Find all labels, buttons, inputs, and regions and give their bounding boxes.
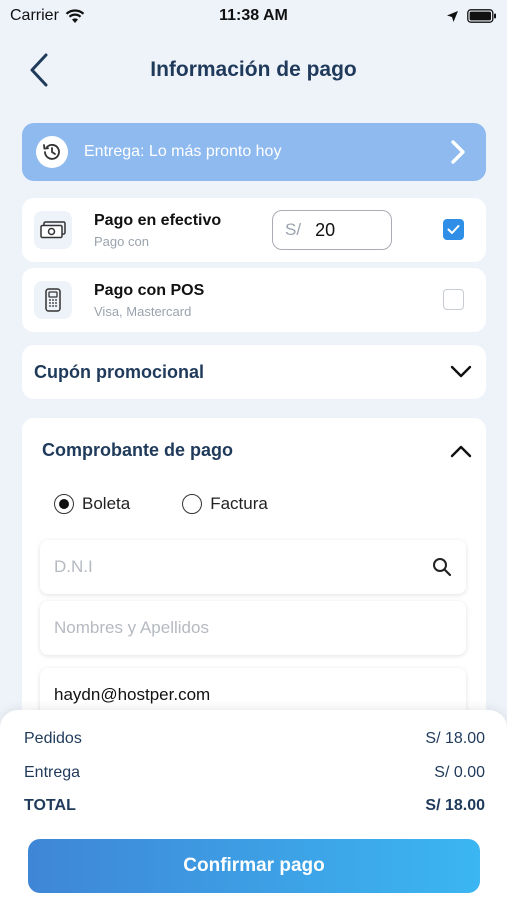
payment-option-pos[interactable]: Pago con POS Visa, Mastercard [22, 268, 486, 332]
summary-total-row: TOTAL S/ 18.00 [24, 797, 485, 815]
location-arrow-icon [447, 10, 458, 22]
delivery-text: Entrega: Lo más pronto hoy [84, 143, 282, 160]
cash-checkbox[interactable] [443, 219, 464, 240]
receipt-header[interactable]: Comprobante de pago [42, 440, 472, 461]
radio-label: Factura [210, 494, 268, 513]
status-bar: Carrier 11:38 AM [0, 0, 507, 32]
receipt-title: Comprobante de pago [42, 440, 234, 460]
battery-icon [467, 9, 496, 23]
total-value: S/ 18.00 [425, 797, 485, 814]
carrier-label: Carrier [10, 7, 59, 24]
chevron-right-icon [444, 138, 472, 166]
total-label: TOTAL [24, 797, 76, 814]
pos-checkbox[interactable] [443, 289, 464, 310]
receipt-type-options: Boleta Factura [54, 494, 268, 514]
delivery-label: Entrega [24, 764, 81, 781]
radio-boleta[interactable]: Boleta [54, 494, 130, 514]
search-icon[interactable] [432, 557, 452, 577]
currency-prefix: S/ [285, 220, 302, 239]
radio-label: Boleta [82, 494, 131, 513]
payment-option-subtitle: Pago con [94, 233, 149, 249]
history-clock-icon [36, 136, 68, 168]
header: Información de pago [0, 40, 507, 100]
payment-option-title: Pago en efectivo [94, 211, 222, 229]
radio-button[interactable] [182, 494, 203, 514]
summary-delivery-row: Entrega S/ 0.00 [24, 764, 485, 782]
payment-option-subtitle: Visa, Mastercard [94, 303, 192, 319]
email-input[interactable] [54, 685, 452, 705]
delivery-value: S/ 0.00 [434, 764, 485, 781]
checkmark-icon [447, 225, 460, 234]
name-field[interactable] [40, 601, 466, 655]
payment-option-title: Pago con POS [94, 281, 205, 299]
orders-label: Pedidos [24, 730, 82, 747]
name-input[interactable] [54, 618, 452, 638]
pos-terminal-icon [34, 281, 72, 319]
radio-factura[interactable]: Factura [182, 494, 268, 514]
coupon-section[interactable]: Cupón promocional [22, 345, 486, 399]
payment-option-cash[interactable]: Pago en efectivo Pago con S/ [22, 198, 486, 262]
chevron-down-icon [450, 365, 472, 378]
coupon-title: Cupón promocional [34, 361, 204, 382]
confirm-payment-button[interactable]: Confirmar pago [28, 839, 480, 893]
cash-amount-input[interactable] [315, 219, 376, 241]
delivery-banner[interactable]: Entrega: Lo más pronto hoy [22, 123, 486, 181]
cash-amount-field[interactable]: S/ [272, 210, 392, 250]
summary-orders-row: Pedidos S/ 18.00 [24, 730, 485, 748]
back-button[interactable] [22, 50, 56, 90]
dni-field[interactable] [40, 540, 466, 594]
wifi-icon [65, 8, 85, 23]
order-summary: Pedidos S/ 18.00 Entrega S/ 0.00 TOTAL S… [0, 710, 507, 900]
radio-button[interactable] [54, 494, 74, 514]
chevron-up-icon [450, 445, 472, 457]
cash-icon [34, 211, 72, 249]
orders-value: S/ 18.00 [425, 730, 485, 747]
page-title: Información de pago [150, 58, 357, 81]
chevron-left-icon [30, 53, 48, 87]
dni-input[interactable] [54, 557, 432, 577]
receipt-section: Comprobante de pago Boleta Factura [22, 418, 486, 738]
